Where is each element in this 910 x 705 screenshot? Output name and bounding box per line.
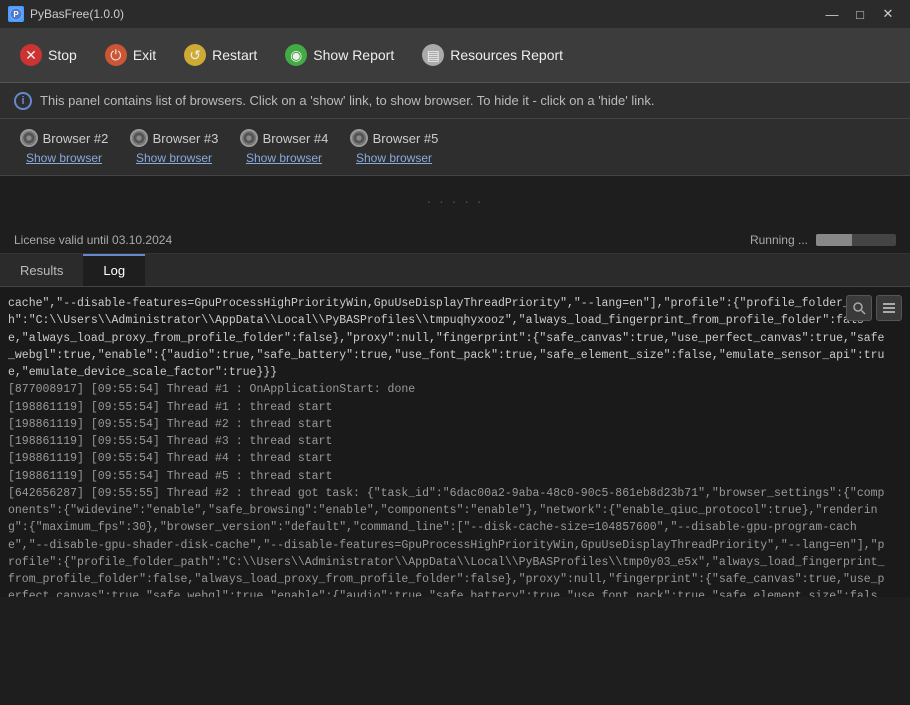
log-line: [642656287] [09:55:55] Thread #2 : threa… [8, 485, 886, 597]
browser-5-label: Browser #5 [373, 131, 439, 146]
show-report-icon: ◉ [285, 44, 307, 66]
restart-label: Restart [212, 47, 257, 63]
stop-button[interactable]: ✕ Stop [8, 38, 89, 72]
log-line: [198861119] [09:55:54] Thread #2 : threa… [8, 416, 886, 433]
browser-tile-2: Browser #2 Show browser [14, 129, 114, 165]
log-line: [198861119] [09:55:54] Thread #1 : threa… [8, 399, 886, 416]
log-line: [198861119] [09:55:54] Thread #4 : threa… [8, 450, 886, 467]
tab-results[interactable]: Results [0, 254, 83, 286]
show-browser-4-link[interactable]: Show browser [246, 151, 322, 165]
status-right: Running ... [750, 233, 896, 247]
license-status: License valid until 03.10.2024 [14, 233, 172, 247]
tab-log[interactable]: Log [83, 254, 145, 286]
log-menu-button[interactable] [876, 295, 902, 321]
log-toolbar [846, 295, 902, 321]
restart-button[interactable]: ↺ Restart [172, 38, 269, 72]
info-message: This panel contains list of browsers. Cl… [40, 93, 654, 108]
resources-report-icon: ▤ [422, 44, 444, 66]
resources-report-label: Resources Report [450, 47, 563, 63]
titlebar-left: P PyBasFree(1.0.0) [8, 6, 124, 22]
drag-handle[interactable]: · · · · · [427, 193, 484, 209]
close-button[interactable]: ✕ [874, 0, 902, 28]
show-report-label: Show Report [313, 47, 394, 63]
app-icon: P [8, 6, 24, 22]
exit-button[interactable]: ⏻ Exit [93, 38, 168, 72]
exit-label: Exit [133, 47, 156, 63]
browser-tile-3: Browser #3 Show browser [124, 129, 224, 165]
exit-icon: ⏻ [105, 44, 127, 66]
browser-4-label: Browser #4 [263, 131, 329, 146]
maximize-button[interactable]: □ [846, 0, 874, 28]
browser-label-3: Browser #3 [130, 129, 219, 147]
progress-bar-fill [816, 234, 852, 246]
app-title: PyBasFree(1.0.0) [30, 7, 124, 21]
minimize-button[interactable]: — [818, 0, 846, 28]
tab-bar: Results Log [0, 254, 910, 287]
stop-icon: ✕ [20, 44, 42, 66]
log-line: [877008917] [09:55:54] Thread #1 : OnApp… [8, 381, 886, 398]
browser-dot-3 [130, 129, 148, 147]
browser-label-5: Browser #5 [350, 129, 439, 147]
browser-dot-4 [240, 129, 258, 147]
stop-label: Stop [48, 47, 77, 63]
log-content[interactable]: cache","--disable-features=GpuProcessHig… [0, 287, 910, 597]
browser-tile-4: Browser #4 Show browser [234, 129, 334, 165]
log-line: cache","--disable-features=GpuProcessHig… [8, 295, 886, 381]
browser-3-label: Browser #3 [153, 131, 219, 146]
log-search-button[interactable] [846, 295, 872, 321]
browser-tile-5: Browser #5 Show browser [344, 129, 444, 165]
titlebar: P PyBasFree(1.0.0) — □ ✕ [0, 0, 910, 28]
show-report-button[interactable]: ◉ Show Report [273, 38, 406, 72]
titlebar-controls: — □ ✕ [818, 0, 902, 28]
restart-icon: ↺ [184, 44, 206, 66]
toolbar: ✕ Stop ⏻ Exit ↺ Restart ◉ Show Report ▤ … [0, 28, 910, 83]
show-browser-3-link[interactable]: Show browser [136, 151, 212, 165]
svg-text:P: P [13, 10, 19, 19]
info-panel: i This panel contains list of browsers. … [0, 83, 910, 119]
browser-panel: Browser #2 Show browser Browser #3 Show … [0, 119, 910, 176]
info-icon: i [14, 92, 32, 110]
show-browser-2-link[interactable]: Show browser [26, 151, 102, 165]
running-label: Running ... [750, 233, 808, 247]
progress-bar-container [816, 234, 896, 246]
status-bar: License valid until 03.10.2024 Running .… [0, 226, 910, 254]
resources-report-button[interactable]: ▤ Resources Report [410, 38, 575, 72]
log-line: [198861119] [09:55:54] Thread #5 : threa… [8, 468, 886, 485]
middle-divider: · · · · · [0, 176, 910, 226]
show-browser-5-link[interactable]: Show browser [356, 151, 432, 165]
browser-label-4: Browser #4 [240, 129, 329, 147]
browser-label-2: Browser #2 [20, 129, 109, 147]
log-panel: cache","--disable-features=GpuProcessHig… [0, 287, 910, 597]
browser-dot-2 [20, 129, 38, 147]
log-line: [198861119] [09:55:54] Thread #3 : threa… [8, 433, 886, 450]
browser-2-label: Browser #2 [43, 131, 109, 146]
browser-dot-5 [350, 129, 368, 147]
